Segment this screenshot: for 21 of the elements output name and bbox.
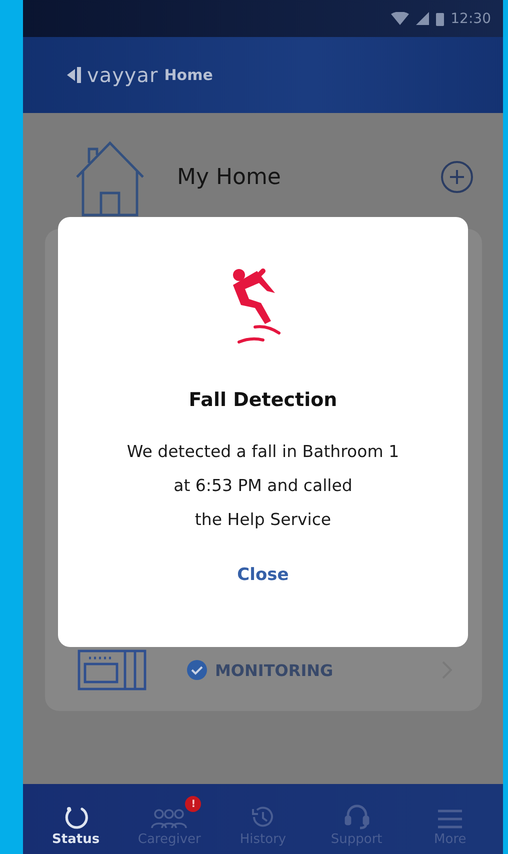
- signal-icon: [416, 12, 429, 25]
- add-button[interactable]: [441, 161, 473, 193]
- oven-icon: [77, 649, 147, 691]
- dialog-title: Fall Detection: [188, 389, 338, 411]
- people-icon: [151, 808, 188, 830]
- wifi-icon: [390, 12, 409, 25]
- clock-time: 12:30: [450, 10, 491, 26]
- logo-icon: [67, 67, 81, 83]
- close-button[interactable]: Close: [227, 561, 299, 589]
- plus-icon: [448, 168, 466, 186]
- status-label: MONITORING: [215, 660, 334, 680]
- notification-badge: !: [185, 796, 202, 812]
- app-title: Home: [164, 66, 213, 84]
- battery-icon: [436, 12, 444, 26]
- headset-icon: [342, 802, 371, 830]
- dialog-message: We detected a fall in Bathroom 1 at 6:53 PM and called the Help Service: [126, 441, 400, 531]
- nav-tab[interactable]: Status: [29, 784, 123, 854]
- home-title: My Home: [177, 164, 282, 190]
- menu-icon: [436, 808, 464, 830]
- gauge-icon: [62, 804, 89, 830]
- brand-logo: vayyar: [87, 63, 158, 87]
